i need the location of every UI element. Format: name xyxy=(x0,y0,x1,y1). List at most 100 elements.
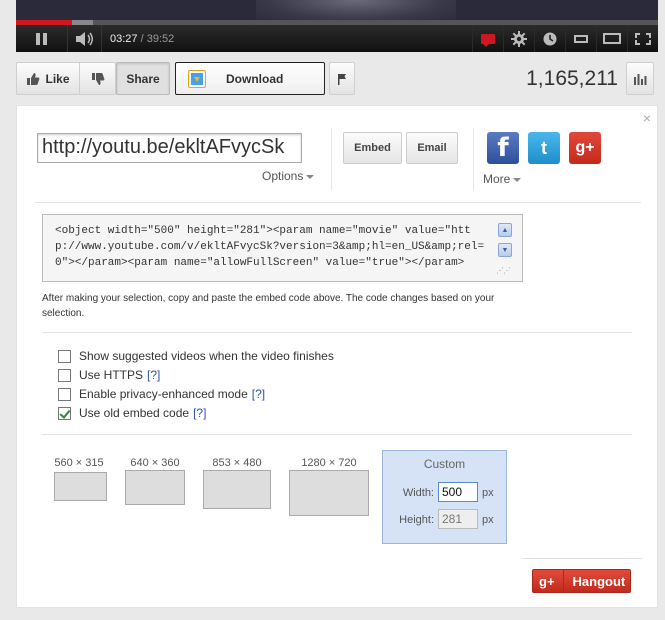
large-player-icon xyxy=(603,33,621,44)
googleplus-icon: g+ xyxy=(533,570,564,592)
width-unit: px xyxy=(482,487,494,499)
embed-label: Embed xyxy=(354,142,391,154)
help-link[interactable]: [?] xyxy=(252,387,265,401)
pause-icon xyxy=(36,32,47,45)
more-dropdown[interactable]: More xyxy=(483,172,522,186)
small-player-button[interactable] xyxy=(565,25,596,52)
facebook-icon: f xyxy=(497,133,509,163)
option-old-embed-code[interactable]: Use old embed code [?] xyxy=(58,405,206,421)
video-frame[interactable] xyxy=(16,0,658,22)
current-time: 03:27 xyxy=(110,32,138,45)
options-label: Options xyxy=(262,169,304,183)
help-link[interactable]: [?] xyxy=(193,406,206,420)
small-player-icon xyxy=(574,34,588,43)
like-label: Like xyxy=(45,71,70,86)
size-option-640[interactable] xyxy=(125,470,185,505)
duration: 39:52 xyxy=(146,32,175,45)
email-label: Email xyxy=(417,142,447,154)
options-dropdown[interactable]: Options xyxy=(262,169,315,183)
googleplus-share-button[interactable]: g+ xyxy=(569,132,601,164)
divider xyxy=(522,558,642,559)
captions-icon xyxy=(481,33,495,47)
view-count: 1,165,211 xyxy=(526,67,618,90)
more-label: More xyxy=(483,172,511,186)
chevron-down-icon xyxy=(306,174,315,179)
divider xyxy=(35,202,641,203)
settings-button[interactable] xyxy=(503,25,534,52)
divider xyxy=(331,128,332,190)
thumbs-up-icon xyxy=(27,72,40,85)
gear-icon xyxy=(511,30,527,47)
height-label: Height: xyxy=(399,514,434,526)
facebook-share-button[interactable]: f xyxy=(487,132,519,164)
size-label-853: 853 × 480 xyxy=(212,457,262,469)
help-link[interactable]: [?] xyxy=(147,368,160,382)
time-separator: / xyxy=(137,32,147,45)
fullscreen-icon xyxy=(635,32,651,45)
option-suggested-videos[interactable]: Show suggested videos when the video fin… xyxy=(58,348,334,364)
checkbox[interactable] xyxy=(58,349,71,363)
scroll-up-button[interactable]: ▲ xyxy=(498,223,512,237)
watch-later-button[interactable] xyxy=(534,25,565,52)
option-label: Use old embed code xyxy=(79,406,190,420)
fullscreen-button[interactable] xyxy=(627,25,658,52)
flag-button[interactable] xyxy=(329,62,355,95)
flag-icon xyxy=(338,73,346,85)
checkbox[interactable] xyxy=(58,368,71,382)
captions-button[interactable] xyxy=(472,25,503,52)
size-option-1280[interactable] xyxy=(289,470,369,516)
custom-size-title: Custom xyxy=(423,457,466,471)
download-button[interactable]: Download xyxy=(175,62,325,95)
like-button[interactable]: Like xyxy=(16,62,80,95)
embed-code-textarea[interactable]: <object width="500" height="281"><param … xyxy=(42,214,523,282)
divider xyxy=(42,434,632,435)
thumbs-down-icon xyxy=(91,72,104,85)
twitter-share-button[interactable]: t xyxy=(528,132,560,164)
clock-icon xyxy=(543,32,557,45)
twitter-icon: t xyxy=(541,137,547,158)
share-button[interactable]: Share xyxy=(116,62,170,95)
size-label-560: 560 × 315 xyxy=(54,457,104,469)
custom-size-panel[interactable]: Custom Width: 500 px Height: 281 px xyxy=(382,450,507,544)
googleplus-icon: g+ xyxy=(575,139,595,156)
close-icon[interactable]: × xyxy=(643,110,651,126)
volume-icon xyxy=(75,31,93,46)
volume-button[interactable] xyxy=(68,25,102,52)
time-display: 03:27 / 39:52 xyxy=(102,33,174,45)
height-input[interactable]: 281 xyxy=(438,509,478,529)
action-bar: Like Share Download 1,165,211 xyxy=(16,62,658,96)
option-label: Show suggested videos when the video fin… xyxy=(79,349,334,363)
share-panel: × http://youtu.be/ekltAFvycSk Options Em… xyxy=(16,105,658,608)
share-label: Share xyxy=(126,71,160,86)
chevron-down-icon xyxy=(513,177,522,182)
size-label-1280: 1280 × 720 xyxy=(301,457,357,469)
hangout-button[interactable]: g+ Hangout xyxy=(532,569,631,593)
divider xyxy=(473,128,474,190)
size-option-560[interactable] xyxy=(54,472,107,501)
pause-button[interactable] xyxy=(16,25,68,52)
large-player-button[interactable] xyxy=(596,25,627,52)
option-label: Enable privacy-enhanced mode xyxy=(79,387,248,401)
download-label: Download xyxy=(226,71,284,86)
width-input[interactable]: 500 xyxy=(438,482,478,502)
option-label: Use HTTPS xyxy=(79,368,144,382)
download-icon xyxy=(188,69,206,88)
embed-code-text: <object width="500" height="281"><param … xyxy=(55,225,485,269)
option-use-https[interactable]: Use HTTPS [?] xyxy=(58,367,160,383)
height-unit: px xyxy=(482,514,494,526)
share-url-input[interactable]: http://youtu.be/ekltAFvycSk xyxy=(37,133,302,163)
resize-grip-icon[interactable]: ⋰⋰ xyxy=(496,266,511,275)
player-controls: 03:27 / 39:52 xyxy=(16,25,658,52)
email-button[interactable]: Email xyxy=(406,132,458,164)
option-privacy-enhanced[interactable]: Enable privacy-enhanced mode [?] xyxy=(58,386,265,402)
embed-button[interactable]: Embed xyxy=(343,132,402,164)
checkbox-checked[interactable] xyxy=(58,406,71,420)
embed-help-text: After making your selection, copy and pa… xyxy=(42,293,495,319)
size-label-640: 640 × 360 xyxy=(130,457,180,469)
checkbox[interactable] xyxy=(58,387,71,401)
dislike-button[interactable] xyxy=(80,62,116,95)
bar-chart-icon xyxy=(634,73,647,85)
scroll-down-button[interactable]: ▼ xyxy=(498,243,512,257)
stats-button[interactable] xyxy=(626,62,654,95)
size-option-853[interactable] xyxy=(203,470,271,509)
